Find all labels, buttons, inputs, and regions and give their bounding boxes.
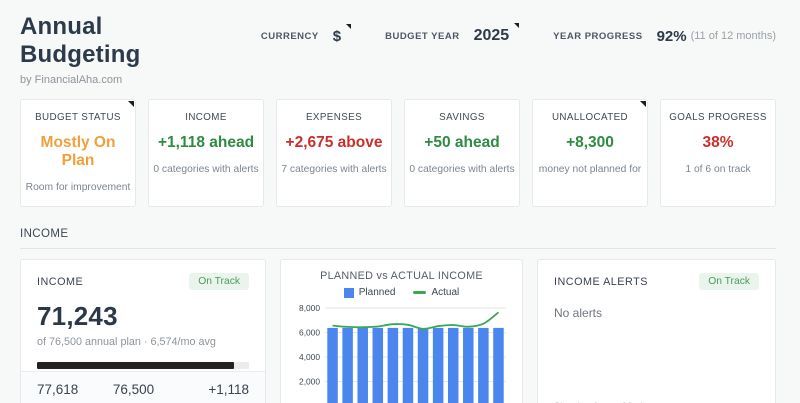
- income-card-title: INCOME: [37, 275, 84, 288]
- stat-card-expenses[interactable]: EXPENSES +2,675 above 7 categories with …: [276, 99, 392, 207]
- currency-label: CURRENCY: [260, 30, 319, 42]
- stat-label: BUDGET STATUS: [35, 112, 121, 123]
- income-progress-fill: [37, 362, 235, 369]
- income-summary-body: INCOME On Track 71,243 of 76,500 annual …: [21, 260, 265, 369]
- legend-item-actual: Actual: [413, 287, 459, 298]
- budget-year-label: BUDGET YEAR: [385, 30, 460, 42]
- vs-plan-column: +1,118 VS PLAN: [208, 382, 249, 403]
- svg-text:2,000: 2,000: [299, 377, 320, 387]
- alerts-card-header: INCOME ALERTS On Track: [554, 273, 759, 290]
- alerts-card-title: INCOME ALERTS: [554, 275, 648, 288]
- income-summary-card: INCOME On Track 71,243 of 76,500 annual …: [20, 259, 266, 403]
- stat-sub: money not planned for: [538, 164, 642, 175]
- summary-stats-row: BUDGET STATUS Mostly On Plan Room for im…: [20, 99, 776, 207]
- no-alerts-text: No alerts: [554, 306, 603, 320]
- page-header: Annual Budgeting by FinancialAha.com CUR…: [20, 0, 776, 86]
- income-actual-value: 71,243: [37, 301, 118, 331]
- year-progress-months: (11 of 12 months): [690, 30, 776, 42]
- actual-swatch-icon: [413, 291, 427, 294]
- currency-control: CURRENCY $: [260, 23, 352, 45]
- income-card-footer: 77,618 PROJECTED 76,500 PLAN +1,118 VS P…: [21, 371, 265, 403]
- stat-value: +50 ahead: [424, 134, 500, 151]
- stat-value: 38%: [702, 134, 734, 151]
- budget-year-value[interactable]: 2025: [474, 23, 520, 45]
- page-subtitle: by FinancialAha.com: [20, 74, 123, 86]
- currency-value[interactable]: $: [333, 23, 352, 45]
- income-cards-row: INCOME On Track 71,243 of 76,500 annual …: [20, 259, 776, 403]
- projected-column: 77,618 PROJECTED: [37, 382, 91, 403]
- stat-label: SAVINGS: [439, 112, 485, 123]
- vs-plan-value: +1,118: [208, 382, 249, 397]
- stat-value: +1,118 ahead: [157, 134, 255, 151]
- note-indicator-icon: [640, 101, 646, 107]
- stat-sub: 7 categories with alerts: [281, 164, 387, 175]
- note-indicator-icon: [346, 23, 352, 29]
- stat-label: INCOME: [185, 112, 227, 123]
- chart-legend: Planned Actual: [343, 287, 459, 298]
- stat-sub: 0 categories with alerts: [409, 164, 515, 175]
- stat-label: EXPENSES: [305, 112, 363, 123]
- income-alerts-card: INCOME ALERTS On Track No alerts Showing…: [537, 259, 776, 403]
- stat-card-budget-status[interactable]: BUDGET STATUS Mostly On Plan Room for im…: [20, 99, 136, 207]
- stat-value: +2,675 above: [285, 134, 383, 151]
- budget-year-control: BUDGET YEAR 2025: [385, 23, 520, 45]
- stat-value: +8,300: [566, 134, 614, 151]
- income-section-title: INCOME: [20, 228, 69, 240]
- stat-sub: 1 of 6 on track: [685, 164, 751, 175]
- year-progress-control: YEAR PROGRESS 92% (11 of 12 months): [553, 28, 776, 45]
- svg-text:6,000: 6,000: [299, 328, 320, 338]
- stat-card-income[interactable]: INCOME +1,118 ahead 0 categories with al…: [148, 99, 264, 207]
- legend-item-planned: Planned: [343, 287, 396, 298]
- income-progress-bar: [37, 362, 249, 369]
- chart-title: PLANNED vs ACTUAL INCOME: [320, 270, 483, 282]
- legend-actual-label: Actual: [431, 287, 460, 298]
- stat-value: Mostly On Plan: [40, 134, 116, 169]
- on-track-badge: On Track: [189, 273, 249, 290]
- header-controls: CURRENCY $ BUDGET YEAR 2025 YEAR PROGRES…: [227, 23, 776, 45]
- stat-label: UNALLOCATED: [551, 112, 629, 123]
- stat-card-savings[interactable]: SAVINGS +50 ahead 0 categories with aler…: [404, 99, 520, 207]
- page-title: Annual Budgeting: [20, 13, 141, 68]
- year-progress-label: YEAR PROGRESS: [553, 30, 643, 42]
- title-block: Annual Budgeting by FinancialAha.com: [20, 13, 227, 86]
- stat-card-goals-progress[interactable]: GOALS PROGRESS 38% 1 of 6 on track: [660, 99, 776, 207]
- legend-planned-label: Planned: [358, 287, 396, 298]
- year-progress-value: 92%: [656, 27, 687, 45]
- note-indicator-icon: [128, 101, 134, 107]
- stat-sub: 0 categories with alerts: [153, 164, 259, 175]
- planned-vs-actual-chart-card: PLANNED vs ACTUAL INCOME Planned Actual …: [280, 259, 523, 403]
- income-section-header: INCOME: [20, 224, 776, 249]
- stat-label: GOALS PROGRESS: [669, 112, 767, 123]
- on-track-badge: On Track: [699, 273, 759, 290]
- stat-card-unallocated[interactable]: UNALLOCATED +8,300 money not planned for: [532, 99, 648, 207]
- income-card-header: INCOME On Track: [37, 273, 249, 290]
- svg-text:4,000: 4,000: [299, 352, 320, 362]
- note-indicator-icon: [514, 23, 520, 28]
- plan-value: 76,500: [112, 382, 155, 397]
- projected-value: 77,618: [37, 382, 79, 397]
- income-bar-line-chart: 02,0004,0006,0008,000JanFebMarAprMayJunJ…: [294, 301, 510, 403]
- plan-column: 76,500 PLAN: [113, 382, 154, 403]
- income-plan-subtitle: of 76,500 annual plan · 6,574/mo avg: [37, 336, 216, 348]
- svg-text:8,000: 8,000: [299, 303, 320, 313]
- annual-budgeting-dashboard: Annual Budgeting by FinancialAha.com CUR…: [0, 0, 800, 403]
- planned-swatch-icon: [343, 287, 354, 298]
- stat-sub: Room for improvement: [25, 182, 131, 193]
